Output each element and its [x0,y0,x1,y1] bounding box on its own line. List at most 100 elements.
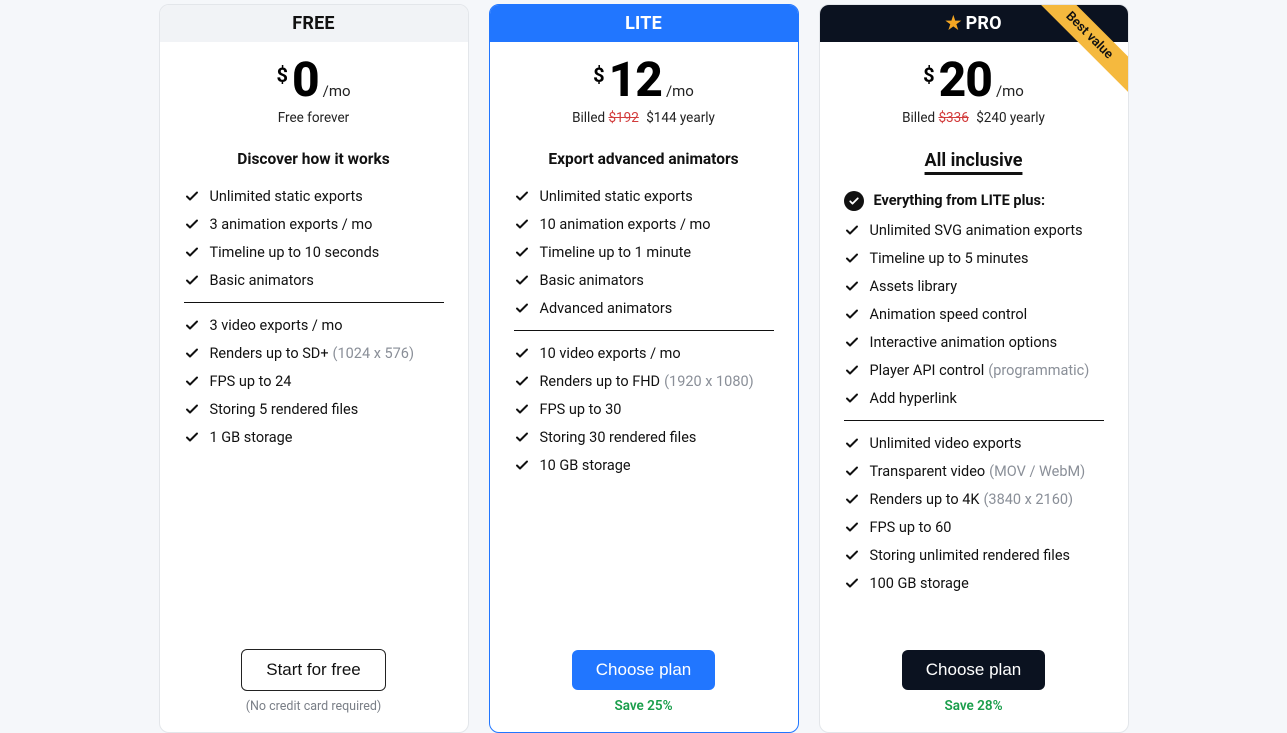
feature-text: Timeline up to 1 minute [540,244,692,261]
choose-plan-button[interactable]: Choose plan [572,650,715,690]
feature-item: Timeline up to 10 seconds [184,238,444,266]
check-icon [514,244,530,260]
feature-item: Unlimited video exports [844,429,1104,457]
feature-text: 1 GB storage [210,429,293,446]
feature-text: Renders up to FHD(1920 x 1080) [540,373,754,390]
cta-subtext: Save 28% [820,698,1128,714]
check-icon [844,362,860,378]
feature-text: Timeline up to 5 minutes [870,250,1029,267]
feature-text: Unlimited static exports [540,188,693,205]
feature-item: Storing 30 rendered files [514,423,774,451]
choose-plan-button[interactable]: Choose plan [902,650,1045,690]
feature-item: 3 video exports / mo [184,311,444,339]
feature-note: (1024 x 576) [333,345,414,362]
feature-item: 3 animation exports / mo [184,210,444,238]
currency: $ [276,63,287,87]
check-icon [844,306,860,322]
feature-text: 3 animation exports / mo [210,216,373,233]
feature-item: 10 animation exports / mo [514,210,774,238]
price: 20 [939,56,992,104]
feature-list: Everything from LITE plus: Unlimited SVG… [820,185,1128,636]
check-icon [844,278,860,294]
feature-item: 10 GB storage [514,451,774,479]
pricing-plans: FREE $ 0 /mo Free forever Discover how i… [159,4,1129,733]
price-strike: $336 [938,110,968,126]
plan-headline: Discover how it works [160,150,468,168]
feature-text: Storing unlimited rendered files [870,547,1071,564]
feature-item: Advanced animators [514,294,774,322]
cta-block: Start for free (No credit card required) [160,635,468,732]
check-icon [184,216,200,232]
feature-item: Unlimited static exports [184,182,444,210]
start-free-button[interactable]: Start for free [241,649,385,691]
check-icon [514,188,530,204]
feature-item: 100 GB storage [844,569,1104,597]
feature-note: (programmatic) [988,362,1089,379]
check-icon [514,429,530,445]
feature-item: Add hyperlink [844,384,1104,412]
feature-item: Renders up to FHD(1920 x 1080) [514,367,774,395]
feature-item: FPS up to 24 [184,367,444,395]
cta-block: Choose plan Save 25% [490,636,798,732]
feature-text: 3 video exports / mo [210,317,343,334]
feature-text: Add hyperlink [870,390,957,407]
check-icon [184,188,200,204]
cta-block: Choose plan Save 28% [820,636,1128,732]
plan-title: LITE [490,5,798,42]
price-subtext: Billed $336 $240 yearly [830,110,1118,126]
price: 0 [292,56,319,104]
feature-item: Interactive animation options [844,328,1104,356]
feature-text: Storing 5 rendered files [210,401,359,418]
price-strike: $192 [608,110,638,126]
price-period: /mo [323,82,351,100]
feature-text: Unlimited static exports [210,188,363,205]
check-icon [184,345,200,361]
feature-item: Player API control(programmatic) [844,356,1104,384]
feature-note: (1920 x 1080) [664,373,754,390]
feature-item: Assets library [844,272,1104,300]
feature-item: FPS up to 30 [514,395,774,423]
plan-pro: ★PRO Best value $ 20 /mo Billed $336 $24… [819,4,1129,733]
plan-headline: All inclusive [820,150,1128,171]
plan-lite: LITE $ 12 /mo Billed $192 $144 yearly Ex… [489,4,799,733]
check-icon [184,401,200,417]
feature-item: 10 video exports / mo [514,339,774,367]
price: 12 [609,56,662,104]
price-block: $ 12 /mo Billed $192 $144 yearly [490,42,798,132]
check-icon [844,435,860,451]
check-icon [514,457,530,473]
currency: $ [923,63,934,87]
feature-text: 10 GB storage [540,457,631,474]
price-period: /mo [666,82,694,100]
feature-item: Timeline up to 5 minutes [844,244,1104,272]
check-icon [514,373,530,389]
price-period: /mo [996,82,1024,100]
cta-subtext: (No credit card required) [160,699,468,714]
check-icon [184,272,200,288]
divider [514,330,774,331]
check-icon [844,575,860,591]
feature-text: FPS up to 30 [540,401,622,418]
check-icon [514,345,530,361]
feature-text: Basic animators [540,272,644,289]
check-icon [844,519,860,535]
feature-text: 100 GB storage [870,575,969,592]
feature-text: Interactive animation options [870,334,1058,351]
feature-text: Unlimited video exports [870,435,1022,452]
check-icon [844,250,860,266]
check-icon [844,491,860,507]
everything-from: Everything from LITE plus: [844,185,1104,216]
plan-headline: Export advanced animators [490,150,798,168]
feature-text: Unlimited SVG animation exports [870,222,1083,239]
cta-subtext: Save 25% [490,698,798,714]
check-icon [844,390,860,406]
feature-text: Assets library [870,278,958,295]
feature-text: Player API control(programmatic) [870,362,1090,379]
check-icon [844,191,864,211]
feature-text: Transparent video(MOV / WebM) [870,463,1086,480]
price-subtext: Billed $192 $144 yearly [500,110,788,126]
feature-text: FPS up to 24 [210,373,292,390]
plan-title: FREE [160,5,468,42]
feature-item: Renders up to 4K(3840 x 2160) [844,485,1104,513]
check-icon [514,272,530,288]
